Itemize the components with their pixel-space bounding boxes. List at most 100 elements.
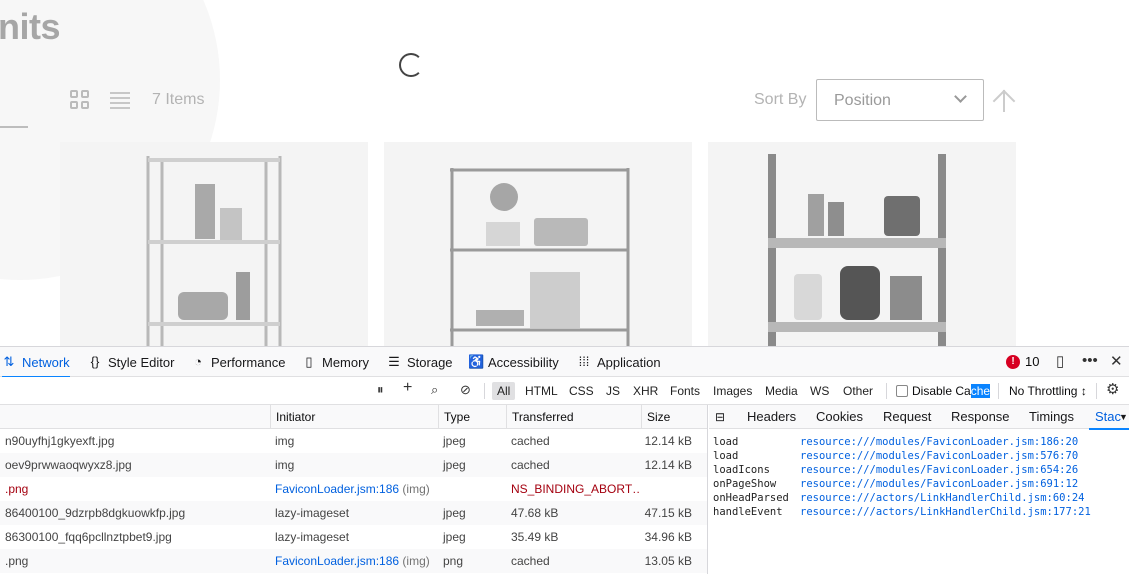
grid-view-icon[interactable] (70, 90, 90, 110)
column-header-type[interactable]: Type (438, 405, 506, 429)
dock-side-icon[interactable]: ▯ (1056, 352, 1064, 370)
more-options-icon[interactable]: ••• (1082, 352, 1098, 369)
product-image[interactable] (708, 142, 1016, 346)
stack-source-link[interactable]: resource:///modules/FaviconLoader.jsm:18… (800, 436, 1078, 448)
cell-type: jpeg (443, 530, 466, 544)
cell-file: .png (5, 554, 29, 568)
tab-cookies[interactable]: Cookies (816, 405, 863, 429)
request-details-panel: ⊟ Headers Cookies Request Response Timin… (709, 405, 1129, 574)
cell-initiator: img (270, 429, 438, 453)
tab-label: Accessibility (488, 354, 559, 370)
pause-icon[interactable]: ⏸ (377, 382, 384, 398)
filter-other[interactable]: Other (838, 382, 878, 400)
error-icon: ! (1006, 354, 1020, 369)
stack-function: loadIcons (713, 464, 770, 476)
stack-function: onPageShow (713, 478, 777, 490)
tab-memory[interactable]: ▯ Memory (302, 347, 369, 377)
stack-source-link[interactable]: resource:///modules/FaviconLoader.jsm:65… (800, 464, 1078, 476)
overflow-chevron-icon[interactable]: ▼ (1119, 405, 1128, 429)
stack-source-link[interactable]: resource:///modules/FaviconLoader.jsm:69… (800, 478, 1078, 490)
tab-application[interactable]: ⁞⁞⁞ Application (577, 347, 661, 377)
sort-select-value: Position (834, 92, 891, 109)
cell-file: oev9prwwaoqwyxz8.jpg (5, 458, 132, 472)
details-tabs: ⊟ Headers Cookies Request Response Timin… (709, 405, 1129, 430)
tab-performance[interactable]: ◔ Performance (191, 347, 285, 377)
column-header-transferred[interactable]: Transferred (506, 405, 641, 429)
cell-file: 86300100_fqq6pcllnztpbet9.jpg (5, 530, 172, 544)
stack-function: load (713, 436, 739, 448)
stack-frame: onPageShow resource:///modules/FaviconLoa… (713, 477, 1091, 491)
cell-initiator: FaviconLoader.jsm:186 (img) (270, 477, 438, 501)
cell-type (438, 477, 506, 501)
column-header-initiator[interactable]: Initiator (270, 405, 438, 429)
cell-transferred: cached (511, 434, 550, 448)
table-row[interactable]: oev9prwwaoqwyxz8.jpg img jpeg cached 12.14 k… (0, 453, 707, 477)
tab-stack-trace[interactable]: Stac (1088, 405, 1129, 430)
tab-network[interactable]: ⇅ Network (2, 347, 70, 378)
tab-response[interactable]: Response (951, 405, 1010, 429)
stack-frame: load resource:///modules/FaviconLoader.js… (713, 449, 1091, 463)
tab-accessibility[interactable]: ♿ Accessibility (468, 347, 559, 377)
plus-icon[interactable]: + (403, 379, 412, 397)
tab-label: Memory (322, 354, 369, 370)
cell-transferred: cached (511, 458, 550, 472)
stack-source-link[interactable]: resource:///actors/LinkHandlerChild.jsm:… (800, 506, 1091, 518)
filter-media[interactable]: Media (760, 382, 803, 400)
cell-type: jpeg (443, 506, 466, 520)
tab-timings[interactable]: Timings (1029, 405, 1074, 429)
web-page: nits 7 Items Sort By Position (0, 0, 1129, 346)
cell-transferred: 35.49 kB (511, 530, 559, 544)
devtools-panel: ⇅ Network {} Style Editor ◔ Performance … (0, 346, 1129, 574)
table-row[interactable]: 86400100_9dzrpb8dgkuowkfp.jpg lazy-images… (0, 501, 707, 525)
table-row[interactable]: .png FaviconLoader.jsm:186 (img) png cached… (0, 549, 707, 573)
divider (1096, 383, 1097, 399)
clear-icon[interactable]: ⊘ (460, 382, 471, 398)
tab-storage[interactable]: ☰ Storage (387, 347, 452, 377)
tab-label: Network (22, 354, 70, 370)
cell-size: 12.14 kB (644, 458, 692, 472)
table-row[interactable]: 86300100_fqq6pcllnztpbet9.jpg lazy-images… (0, 525, 707, 549)
tab-label: Performance (211, 354, 286, 370)
sort-direction-arrow-icon[interactable] (992, 86, 1016, 114)
sort-select[interactable]: Position (816, 79, 984, 121)
filter-xhr[interactable]: XHR (628, 382, 663, 400)
cell-file: n90uyfhj1gkyexft.jpg (5, 434, 115, 448)
tab-label: Style Editor (108, 354, 175, 370)
filter-all[interactable]: All (492, 382, 516, 400)
product-image[interactable] (60, 142, 368, 346)
close-icon[interactable]: ✕ (1110, 352, 1123, 370)
stack-source-link[interactable]: resource:///modules/FaviconLoader.jsm:57… (800, 450, 1078, 462)
disable-cache-text: Disable Ca (912, 384, 971, 398)
product-image[interactable] (384, 142, 692, 346)
search-icon[interactable]: ⌕ (431, 382, 438, 398)
filter-images[interactable]: Images (708, 382, 757, 400)
cell-transferred: 47.68 kB (511, 506, 559, 520)
initiator-extra: (img) (402, 482, 430, 496)
table-row[interactable]: .png FaviconLoader.jsm:186 (img) NS_BINDIN… (0, 477, 707, 501)
style-editor-icon: {} (90, 354, 100, 369)
initiator-value: FaviconLoader.jsm:186 (275, 554, 400, 568)
table-row[interactable]: n90uyfhj1gkyexft.jpg img jpeg cached 12.14 k… (0, 429, 707, 453)
tab-style-editor[interactable]: {} Style Editor (88, 347, 175, 377)
disable-cache-label[interactable]: Disable Cache (912, 384, 991, 398)
initiator-extra: (img) (402, 554, 430, 568)
divider (998, 383, 999, 399)
gear-icon[interactable]: ⚙ (1106, 380, 1119, 398)
cell-size: 13.05 kB (644, 554, 692, 568)
filter-js[interactable]: JS (601, 382, 625, 400)
list-view-icon[interactable] (110, 92, 130, 109)
stack-frame: loadIcons resource:///modules/FaviconLoad… (713, 463, 1091, 477)
filter-ws[interactable]: WS (805, 382, 834, 400)
cell-file: .png (5, 482, 29, 496)
column-header-size[interactable]: Size (641, 405, 707, 429)
throttling-select[interactable]: No Throttling ↕ (1009, 384, 1087, 398)
error-count[interactable]: ! 10 (1006, 354, 1039, 369)
tab-request[interactable]: Request (883, 405, 931, 429)
panel-toggle-icon[interactable]: ⊟ (715, 405, 725, 429)
filter-css[interactable]: CSS (564, 382, 599, 400)
tab-headers[interactable]: Headers (747, 405, 796, 429)
disable-cache-checkbox[interactable] (896, 385, 908, 397)
filter-html[interactable]: HTML (520, 382, 563, 400)
stack-source-link[interactable]: resource:///actors/LinkHandlerChild.jsm:… (800, 492, 1084, 504)
filter-fonts[interactable]: Fonts (665, 382, 705, 400)
